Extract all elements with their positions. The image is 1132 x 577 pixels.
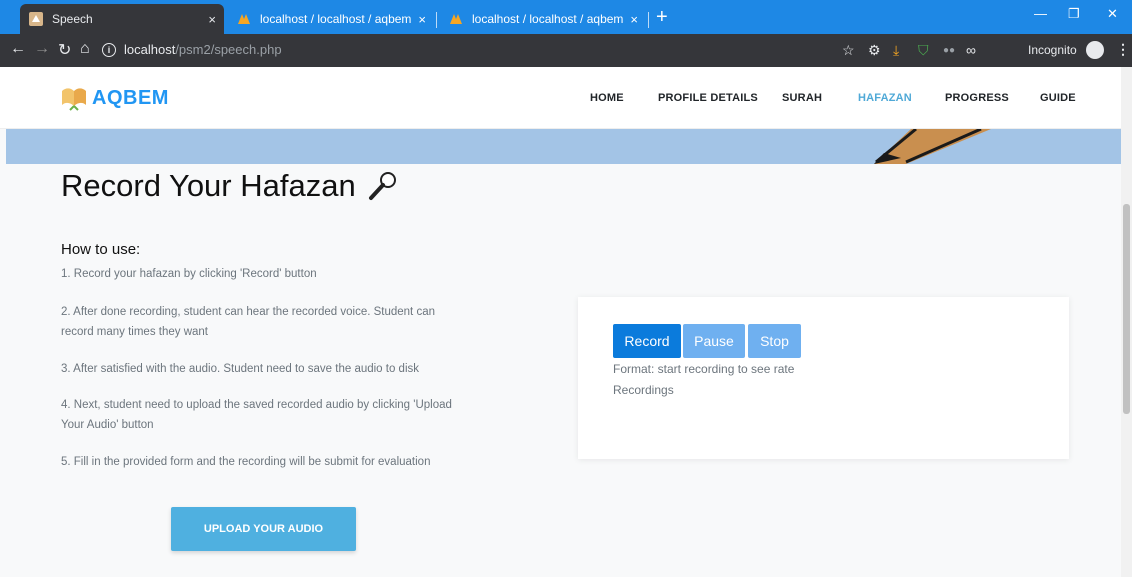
minimize-icon[interactable]: — xyxy=(1034,6,1047,21)
format-status: Format: start recording to see rate xyxy=(613,362,795,376)
page-title: Record Your Hafazan xyxy=(61,168,398,204)
reload-icon[interactable]: ↻ xyxy=(58,40,71,60)
tab-phpmyadmin-2[interactable]: localhost / localhost / aqbem / st × xyxy=(440,4,646,34)
download-icon[interactable]: ⤓ xyxy=(893,42,899,59)
tab-speech[interactable]: Speech × xyxy=(20,4,224,34)
instruction-step: 2. After done recording, student can hea… xyxy=(61,306,435,338)
incognito-icon[interactable] xyxy=(1086,41,1104,59)
incognito-label: Incognito xyxy=(1028,43,1077,57)
stop-button[interactable]: Stop xyxy=(748,324,801,358)
page-scrollbar[interactable] xyxy=(1121,67,1132,577)
window-close-icon[interactable]: ✕ xyxy=(1107,6,1118,22)
tab-separator xyxy=(648,12,649,28)
new-tab-button[interactable]: + xyxy=(656,6,668,29)
upload-audio-button[interactable]: UPLOAD YOUR AUDIO xyxy=(171,507,356,551)
extension-icon[interactable]: ⚙ xyxy=(868,42,881,59)
browser-tab-bar: Speech × localhost / localhost / aqbem /… xyxy=(0,0,1132,34)
instruction-step: 5. Fill in the provided form and the rec… xyxy=(61,456,431,468)
url-path: /psm2/speech.php xyxy=(175,42,282,57)
tab-title: Speech xyxy=(52,12,93,26)
nav-progress[interactable]: PROGRESS xyxy=(945,92,1009,104)
page-title-text: Record Your Hafazan xyxy=(61,168,356,203)
microphone-icon xyxy=(368,172,396,200)
nav-profile-details[interactable]: PROFILE DETAILS xyxy=(658,92,758,104)
nav-guide[interactable]: GUIDE xyxy=(1040,92,1076,104)
tab-close-icon[interactable]: × xyxy=(630,12,638,27)
shield-extension-icon[interactable]: ⛉ xyxy=(918,42,929,59)
instruction-step: 4. Next, student need to upload the save… xyxy=(61,399,452,431)
book-logo-icon xyxy=(62,88,86,111)
address-bar[interactable]: i localhost/psm2/speech.php xyxy=(102,42,282,57)
browser-menu-icon[interactable]: ⋮ xyxy=(1116,41,1130,58)
forward-icon[interactable]: → xyxy=(34,40,50,58)
page-favicon-icon xyxy=(29,12,43,26)
pencil-illustration xyxy=(874,129,991,164)
instruction-step: 3. After satisfied with the audio. Stude… xyxy=(61,363,420,375)
hero-banner xyxy=(6,129,1121,164)
site-navbar: AQBEM HOME PROFILE DETAILS SURAH HAFAZAN… xyxy=(0,67,1132,129)
pause-button[interactable]: Pause xyxy=(683,324,745,358)
infinity-extension-icon[interactable]: ∞ xyxy=(966,42,976,58)
restore-icon[interactable]: ❐ xyxy=(1068,6,1080,22)
tab-separator xyxy=(436,12,437,28)
browser-toolbar: ← → ↻ ⌂ i localhost/psm2/speech.php ☆ ⚙ … xyxy=(0,34,1132,67)
tab-title: localhost / localhost / aqbem / st xyxy=(260,12,412,26)
site-info-icon[interactable]: i xyxy=(102,42,116,57)
back-icon[interactable]: ← xyxy=(10,40,26,58)
url-host: localhost xyxy=(124,42,176,57)
tab-title: localhost / localhost / aqbem / st xyxy=(472,12,624,26)
extension-badge-icon[interactable]: ●● xyxy=(943,45,955,56)
nav-home[interactable]: HOME xyxy=(590,92,624,104)
phpmyadmin-icon xyxy=(238,14,250,24)
tab-close-icon[interactable]: × xyxy=(208,12,216,27)
tab-close-icon[interactable]: × xyxy=(418,12,426,27)
tab-phpmyadmin-1[interactable]: localhost / localhost / aqbem / st × xyxy=(228,4,434,34)
site-logo[interactable]: AQBEM xyxy=(60,85,169,111)
recordings-label: Recordings xyxy=(613,383,674,397)
scrollbar-thumb[interactable] xyxy=(1123,204,1130,414)
recorder-card: Record Pause Stop Format: start recordin… xyxy=(578,297,1069,459)
phpmyadmin-icon xyxy=(450,14,462,24)
record-button[interactable]: Record xyxy=(613,324,681,358)
how-to-heading: How to use: xyxy=(61,241,141,258)
logo-text: AQBEM xyxy=(92,86,169,109)
bookmark-star-icon[interactable]: ☆ xyxy=(842,42,855,59)
nav-surah[interactable]: SURAH xyxy=(782,92,822,104)
instruction-step: 1. Record your hafazan by clicking 'Reco… xyxy=(61,268,317,280)
nav-hafazan[interactable]: HAFAZAN xyxy=(858,92,912,104)
home-icon[interactable]: ⌂ xyxy=(80,40,90,58)
